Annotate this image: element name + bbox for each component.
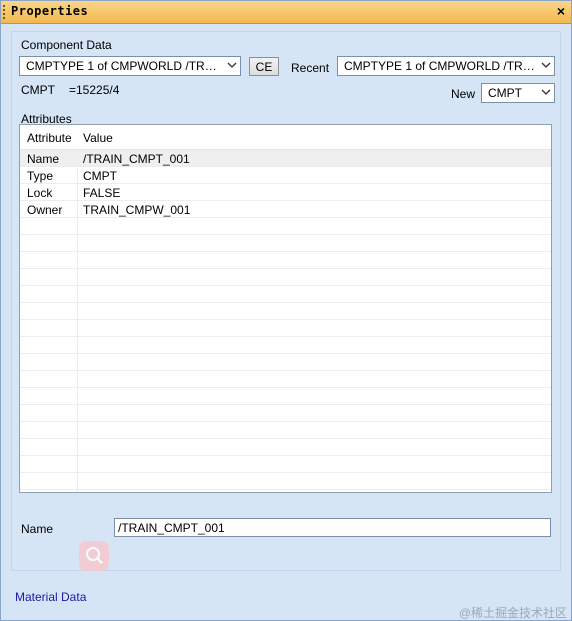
- attributes-grid[interactable]: Attribute Value Name/TRAIN_CMPT_001 Type C…: [19, 124, 552, 493]
- table-row[interactable]: Owner TRAIN_CMPW_001: [20, 201, 551, 218]
- element-ref-value: =15225/4: [69, 83, 120, 97]
- column-header-value[interactable]: Value: [83, 131, 113, 145]
- empty-row: [20, 218, 551, 235]
- empty-row: [20, 388, 551, 405]
- name-label: Name: [21, 522, 54, 536]
- empty-row: [20, 235, 551, 252]
- ce-button[interactable]: CE: [249, 57, 279, 76]
- window-title: Properties: [11, 4, 89, 18]
- grid-header: Attribute Value: [20, 125, 551, 150]
- table-row[interactable]: Lock FALSE: [20, 184, 551, 201]
- new-label: New: [451, 87, 476, 101]
- empty-row: [20, 303, 551, 320]
- recent-select[interactable]: CMPTYPE 1 of CMPWORLD /TRAIN...: [337, 56, 555, 76]
- element-type-label: CMPT: [21, 83, 55, 97]
- attribute-name-cell: Name: [27, 152, 60, 166]
- empty-row: [20, 269, 551, 286]
- table-row[interactable]: Type CMPT: [20, 167, 551, 184]
- column-header-attribute[interactable]: Attribute: [27, 131, 72, 145]
- empty-row: [20, 286, 551, 303]
- empty-row: [20, 354, 551, 371]
- empty-row: [20, 371, 551, 388]
- element-select-value: CMPTYPE 1 of CMPWORLD /TRAIN...: [26, 59, 235, 73]
- empty-row: [20, 337, 551, 354]
- drag-grip-icon[interactable]: [3, 5, 7, 19]
- attribute-value-cell[interactable]: TRAIN_CMPW_001: [83, 203, 190, 217]
- empty-row: [20, 252, 551, 269]
- empty-row: [20, 405, 551, 422]
- attribute-name-cell: Owner: [27, 203, 63, 217]
- watermark: @稀土掘金技术社区: [458, 606, 567, 620]
- empty-row: [20, 456, 551, 473]
- title-bar[interactable]: Properties ×: [1, 1, 571, 24]
- new-type-select-value: CMPT: [488, 86, 522, 100]
- empty-row: [20, 422, 551, 439]
- empty-row: [20, 473, 551, 490]
- attribute-value-cell[interactable]: /TRAIN_CMPT_001: [83, 152, 190, 166]
- element-select[interactable]: CMPTYPE 1 of CMPWORLD /TRAIN...: [19, 56, 241, 76]
- name-input[interactable]: [114, 518, 551, 537]
- material-data-link[interactable]: Material Data: [15, 590, 86, 604]
- table-row[interactable]: Name/TRAIN_CMPT_001: [20, 150, 551, 167]
- properties-window: Properties × Component Data CMPTYPE 1 of…: [0, 0, 572, 621]
- new-type-select[interactable]: CMPT: [481, 83, 555, 103]
- attribute-value-cell[interactable]: FALSE: [83, 186, 120, 200]
- close-icon[interactable]: ×: [557, 3, 565, 19]
- component-data-label: Component Data: [21, 38, 112, 52]
- attribute-name-cell: Type: [27, 169, 54, 183]
- search-icon[interactable]: [79, 541, 109, 571]
- chevron-down-icon: [227, 62, 237, 68]
- recent-label: Recent: [291, 61, 330, 75]
- chevron-down-icon: [541, 62, 551, 68]
- empty-row: [20, 320, 551, 337]
- chevron-down-icon: [541, 89, 551, 95]
- attribute-value-cell[interactable]: CMPT: [83, 169, 117, 183]
- recent-select-value: CMPTYPE 1 of CMPWORLD /TRAIN...: [344, 59, 553, 73]
- attribute-name-cell: Lock: [27, 186, 53, 200]
- empty-row: [20, 439, 551, 456]
